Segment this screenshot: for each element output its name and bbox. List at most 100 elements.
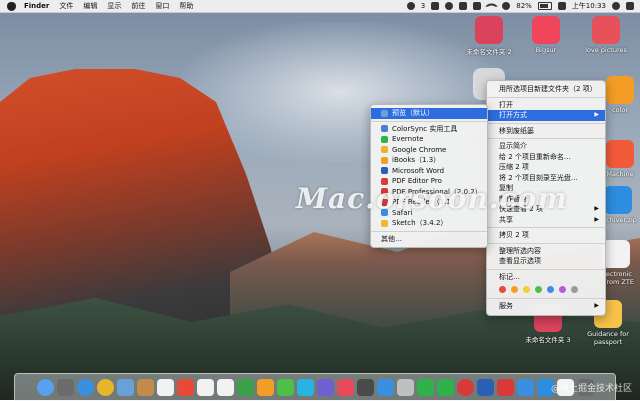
context-menu-item[interactable]: 共享 ▶ (487, 215, 605, 226)
context-menu-item[interactable]: 压缩 2 项 (487, 162, 605, 173)
separator (487, 298, 605, 299)
menu-item-label: Google Chrome (392, 145, 447, 154)
dock-app-icon[interactable] (336, 378, 354, 396)
tag-color-dot[interactable] (511, 285, 518, 293)
dock-app-icon[interactable] (116, 378, 134, 396)
dock-app-icon[interactable] (216, 378, 234, 396)
dock-app-icon[interactable] (196, 378, 214, 396)
dock-app-icon[interactable] (136, 378, 154, 396)
music-icon (532, 16, 560, 44)
context-menu-item[interactable]: 拷贝 2 项 (487, 230, 605, 241)
dock-app-icon[interactable] (456, 378, 474, 396)
tag-color-dot[interactable] (523, 285, 530, 293)
app-icon (381, 146, 388, 154)
menu-item-label: 标记… (499, 272, 520, 281)
context-menu-item[interactable]: 打开方式 ▶ (487, 110, 605, 121)
context-menu-item[interactable]: 打开 (487, 100, 605, 111)
open-with-other[interactable]: 其他… (371, 234, 487, 245)
desktop-icon-label: 未命名文件夹 2 (466, 48, 512, 56)
dock-app-icon[interactable] (376, 378, 394, 396)
desktop-color[interactable]: color (600, 76, 640, 114)
open-with-app[interactable]: Evernote (371, 134, 487, 145)
tag-color-dot[interactable] (547, 285, 554, 293)
document-icon (602, 240, 630, 268)
dock-app-icon[interactable] (496, 378, 514, 396)
tag-color-dot[interactable] (499, 285, 506, 293)
tag-color-dot[interactable] (571, 285, 578, 293)
desktop-love-pictures[interactable]: love pictures (578, 16, 634, 54)
tag-color-dot[interactable] (535, 285, 542, 293)
context-menu-services[interactable]: 服务 ▶ (487, 301, 605, 312)
dock-app-icon[interactable] (76, 378, 94, 396)
separator (371, 230, 487, 232)
shield-icon[interactable] (459, 2, 468, 10)
desktop-bigsur[interactable]: Bigsur (518, 16, 574, 54)
dock-app-icon[interactable] (476, 378, 494, 396)
display-icon[interactable] (473, 2, 482, 10)
open-with-app[interactable]: Google Chrome (371, 145, 487, 156)
apple-icon[interactable] (7, 1, 16, 11)
context-menu-item[interactable]: 查看显示选项 (487, 256, 605, 267)
context-menu-item[interactable]: 给 2 个项目重新命名… (487, 152, 605, 163)
open-with-preview-default[interactable]: 预览（默认） (371, 108, 487, 119)
menu-file[interactable]: 文件 (59, 1, 73, 11)
context-menu-item[interactable]: 标记… (487, 272, 605, 283)
dock-app-icon[interactable] (96, 378, 114, 396)
color-icon (606, 76, 634, 104)
menu-finder[interactable]: Finder (24, 2, 49, 10)
desktop-icon-label: Bigsur (535, 46, 557, 54)
menu-item-label: 打开方式 (499, 111, 527, 119)
open-with-app[interactable]: Sketch（3.4.2） (371, 218, 487, 229)
menu-item-label: 用所选项目新建文件夹（2 项） (499, 85, 597, 93)
open-with-app[interactable]: Microsoft Word (371, 166, 487, 177)
app-icon (381, 167, 388, 175)
menu-bar: Finder 文件 编辑 显示 前往 窗口 帮助 3 82% 上午10:33 (0, 0, 640, 13)
dock-app-icon[interactable] (436, 378, 454, 396)
evernote-status-icon[interactable] (445, 2, 454, 10)
dock-app-icon[interactable] (316, 378, 334, 396)
flag-icon[interactable] (557, 2, 566, 10)
menu-item-label: 整理所选内容 (499, 246, 541, 255)
dock-app-icon[interactable] (256, 378, 274, 396)
dock-app-icon[interactable] (416, 378, 434, 396)
dock-app-icon[interactable] (56, 378, 74, 396)
qq-status-icon[interactable] (431, 2, 440, 10)
menu-view[interactable]: 显示 (107, 1, 121, 11)
context-menu-item[interactable]: 移到废纸篓 (487, 126, 605, 137)
dock-app-icon[interactable] (296, 378, 314, 396)
volume-icon[interactable] (502, 2, 511, 10)
context-menu-item[interactable]: 显示简介 (487, 141, 605, 152)
dock-app-icon[interactable] (276, 378, 294, 396)
menu-item-label: 拷贝 2 项 (499, 231, 529, 239)
open-with-app[interactable]: ColorSync 实用工具 (371, 124, 487, 135)
desktop-machine[interactable]: Machine (600, 140, 640, 178)
dock-app-icon[interactable] (396, 378, 414, 396)
menu-item-label: 预览（默认） (392, 109, 434, 117)
menu-go[interactable]: 前往 (131, 1, 145, 11)
desktop-icon-label: color (611, 106, 628, 114)
menu-edit[interactable]: 编辑 (83, 1, 97, 11)
context-menu-item[interactable]: 用所选项目新建文件夹（2 项） (487, 84, 605, 95)
search-icon[interactable] (612, 2, 620, 10)
dock-app-icon[interactable] (176, 378, 194, 396)
dock-app-icon[interactable] (156, 378, 174, 396)
wechat-status-icon[interactable] (406, 2, 415, 10)
separator (371, 120, 487, 122)
clock[interactable]: 上午10:33 (572, 1, 606, 11)
dock-app-icon[interactable] (356, 378, 374, 396)
list-icon[interactable] (626, 2, 634, 10)
dock-app-icon[interactable] (236, 378, 254, 396)
battery-icon[interactable] (537, 2, 552, 10)
wifi-icon[interactable] (485, 0, 499, 13)
menu-window[interactable]: 窗口 (155, 1, 169, 11)
context-menu-item[interactable]: 整理所选内容 (487, 246, 605, 257)
status-area: 3 82% 上午10:33 (406, 0, 634, 13)
tag-color-dot[interactable] (559, 285, 566, 293)
menu-item-label: 将 2 个项目刻录至光盘… (499, 173, 578, 182)
menu-help[interactable]: 帮助 (179, 1, 193, 11)
separator (487, 268, 605, 270)
dock-app-icon[interactable] (516, 378, 534, 396)
desktop-folder-2[interactable]: 未命名文件夹 2 (461, 16, 517, 56)
open-with-app[interactable]: iBooks（1.3） (371, 155, 487, 166)
dock-app-icon[interactable] (36, 378, 54, 396)
